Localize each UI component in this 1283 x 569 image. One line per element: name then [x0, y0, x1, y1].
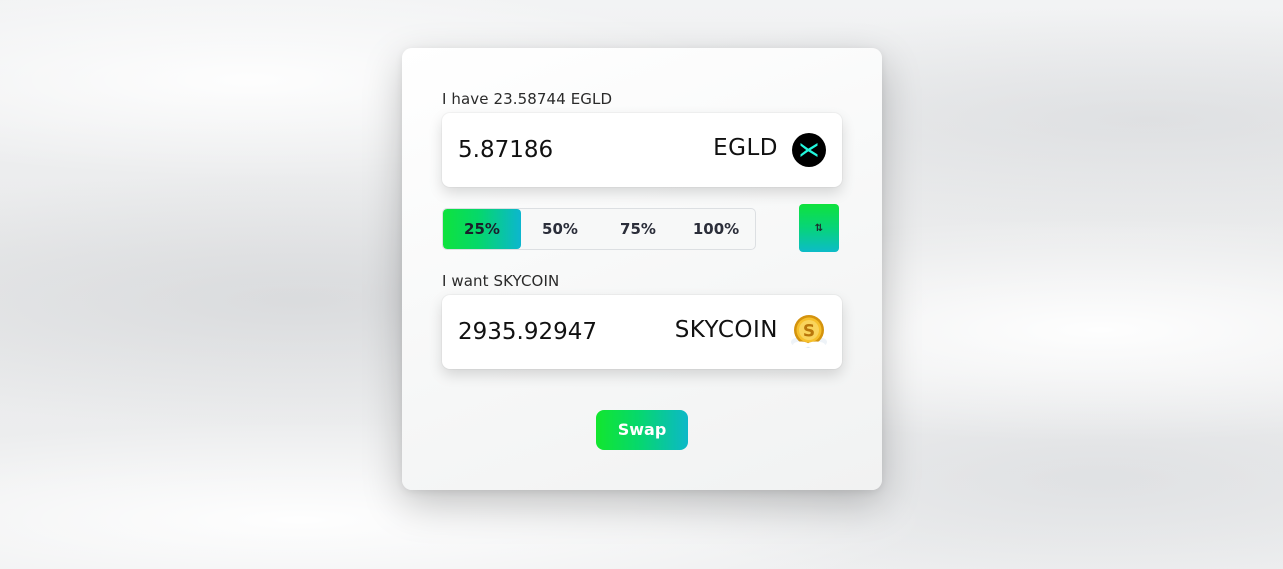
percent-selector: 25% 50% 75% 100% — [442, 208, 756, 250]
swap-card: I have 23.58744 EGLD EGLD 25% 50% 75% 10… — [402, 48, 882, 490]
from-token-box: EGLD — [442, 113, 842, 187]
percent-25-button[interactable]: 25% — [443, 209, 521, 249]
egld-icon — [791, 132, 827, 168]
swap-button[interactable]: Swap — [596, 410, 688, 450]
switch-tokens-button[interactable]: ⇅ — [799, 204, 839, 252]
to-amount-input[interactable] — [458, 313, 678, 351]
from-token-symbol: EGLD — [713, 135, 778, 161]
from-balance-label: I have 23.58744 EGLD — [442, 90, 613, 108]
percent-100-button[interactable]: 100% — [677, 209, 755, 249]
percent-50-button[interactable]: 50% — [521, 209, 599, 249]
to-token-symbol: SKYCOIN — [674, 317, 778, 343]
percent-75-button[interactable]: 75% — [599, 209, 677, 249]
to-want-label: I want SKYCOIN — [442, 272, 560, 290]
swap-arrows-icon: ⇅ — [814, 222, 824, 234]
to-token-box: SKYCOIN S — [442, 295, 842, 369]
skycoin-icon: S — [791, 314, 827, 350]
from-amount-input[interactable] — [458, 131, 678, 169]
svg-text:S: S — [803, 322, 815, 342]
